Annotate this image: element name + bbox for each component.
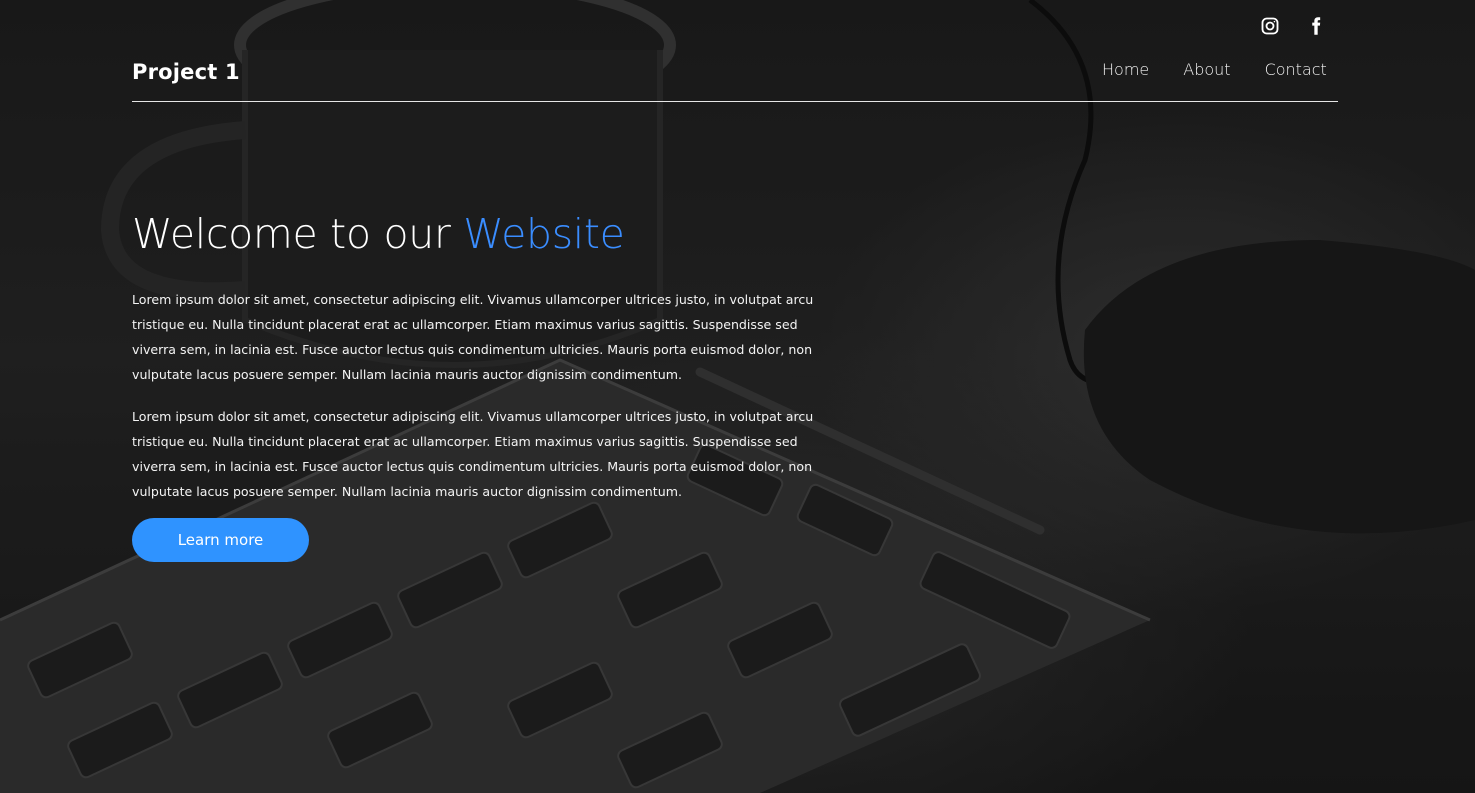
hero-section: Project 1 Home About Contact Welcome to … <box>0 0 1475 793</box>
header-divider <box>132 101 1338 102</box>
hero-headline: Welcome to our Website <box>132 205 842 263</box>
nav-item-about[interactable]: About <box>1183 60 1230 79</box>
hero-content: Welcome to our Website Lorem ipsum dolor… <box>132 205 842 521</box>
learn-more-button[interactable]: Learn more <box>132 518 309 562</box>
instagram-icon[interactable] <box>1258 14 1282 38</box>
main-nav: Home About Contact <box>1102 60 1327 79</box>
brand-logo[interactable]: Project 1 <box>132 60 240 84</box>
nav-item-contact[interactable]: Contact <box>1265 60 1327 79</box>
headline-prefix: Welcome to our <box>132 210 451 258</box>
nav-item-home[interactable]: Home <box>1102 60 1149 79</box>
facebook-icon[interactable] <box>1304 14 1328 38</box>
headline-accent: Website <box>463 210 625 258</box>
social-links <box>1258 14 1328 38</box>
hero-paragraph-1: Lorem ipsum dolor sit amet, consectetur … <box>132 292 814 382</box>
hero-paragraph-2: Lorem ipsum dolor sit amet, consectetur … <box>132 409 814 499</box>
